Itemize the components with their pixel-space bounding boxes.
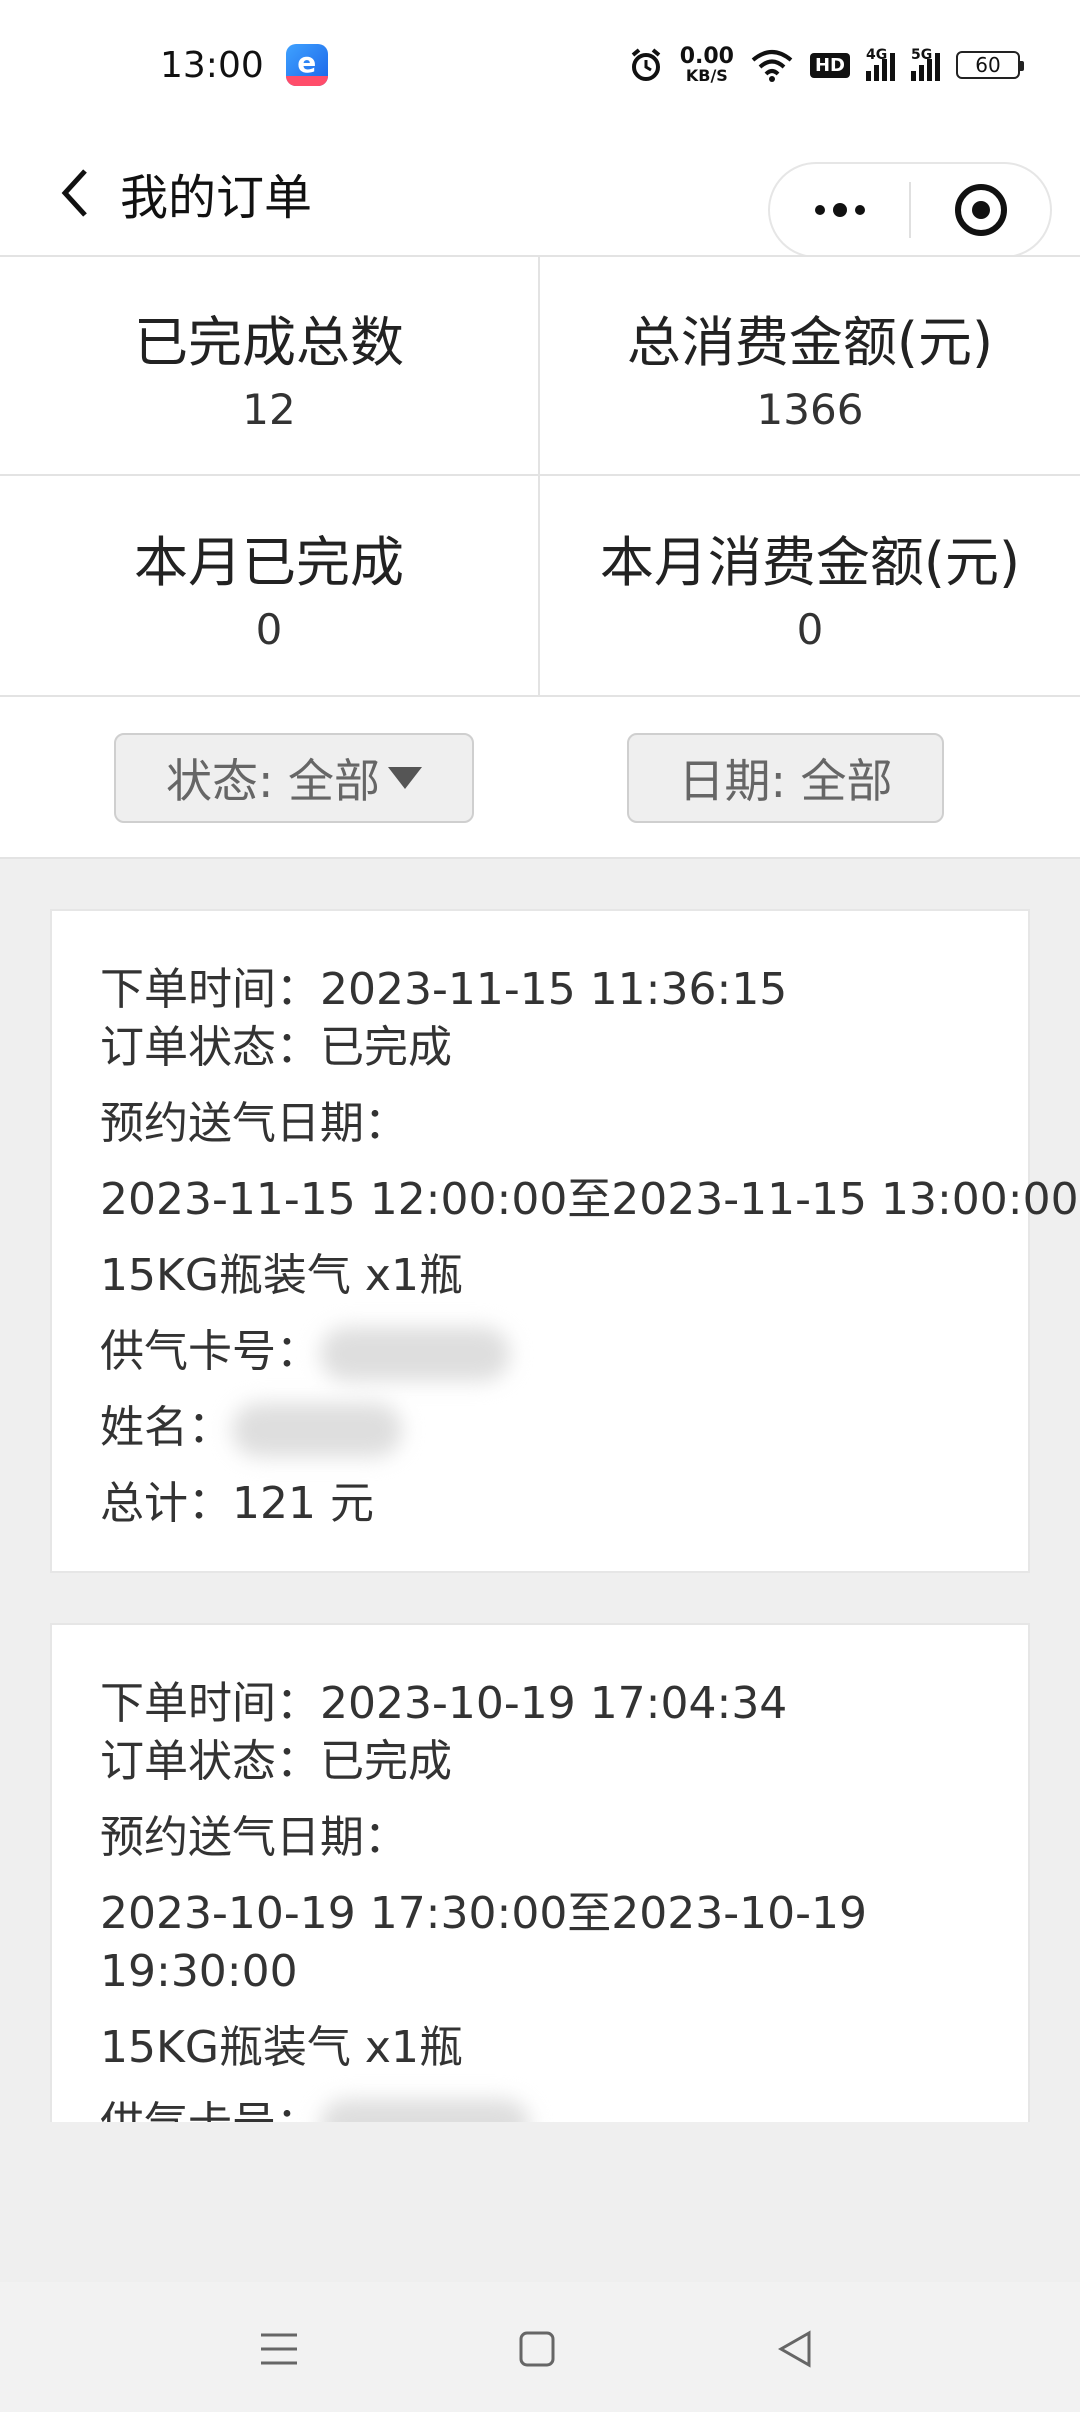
back-triangle-icon[interactable]: [760, 2314, 830, 2384]
status-time: 13:00: [160, 44, 264, 86]
target-icon: [954, 184, 1007, 236]
card-number-redacted: [320, 2099, 530, 2122]
signal-label-5g: 5G: [911, 47, 933, 63]
order-time: 下单时间：2023-10-19 17:04:34: [100, 1678, 788, 1729]
close-program-button[interactable]: [911, 164, 1050, 256]
more-button[interactable]: [770, 164, 909, 256]
stat-value: 0: [796, 604, 824, 654]
app-icon: e: [285, 44, 328, 86]
back-icon[interactable]: [30, 130, 120, 255]
order-card[interactable]: 下单时间：2023-10-19 17:04:34 订单状态：已完成 预约送气日期…: [50, 1623, 1030, 2122]
menu-icon[interactable]: [244, 2314, 314, 2384]
order-card[interactable]: 下单时间：2023-11-15 11:36:15 订单状态：已完成 预约送气日期…: [50, 909, 1079, 1573]
mini-program-capsule: [768, 162, 1052, 258]
stat-month-spent: 本月消费金额(元) 0: [540, 476, 1080, 695]
delivery-range: 2023-11-15 12:00:00至2023-11-15 13:00:00: [100, 1174, 1079, 1225]
filter-bar: 状态: 全部 日期: 全部: [0, 697, 1080, 859]
card-number-label: 供气卡号：: [100, 2098, 320, 2122]
hd-badge: HD: [809, 52, 850, 78]
caret-down-icon: [388, 767, 423, 789]
card-number-redacted: [320, 1327, 510, 1381]
status-bar: 13:00 e 0.00 KB/S HD 4G 5G 60: [0, 0, 1080, 130]
card-number: 供气卡号：: [100, 1323, 980, 1381]
stat-value: 0: [255, 604, 283, 654]
order-time: 下单时间：2023-11-15 11:36:15: [100, 964, 788, 1015]
status-icons: 0.00 KB/S HD 4G 5G 60: [628, 46, 1024, 84]
screen: 13:00 e 0.00 KB/S HD 4G 5G 60 我的订单 已完成总数…: [0, 0, 1080, 2412]
date-filter-label: 日期: 全部: [678, 754, 893, 808]
wifi-icon: [751, 50, 793, 82]
name-redacted: [232, 1403, 402, 1457]
stats-grid: 已完成总数 12 总消费金额(元) 1366 本月已完成 0 本月消费金额(元)…: [0, 255, 1080, 697]
order-list[interactable]: 下单时间：2023-11-15 11:36:15 订单状态：已完成 预约送气日期…: [0, 859, 1080, 2122]
net-speed: 0.00 KB/S: [680, 46, 734, 84]
product: 15KG瓶装气 x1瓶: [100, 1250, 463, 1301]
stat-total-spent: 总消费金额(元) 1366: [540, 257, 1080, 476]
net-speed-value: 0.00: [679, 44, 734, 69]
stat-value: 12: [242, 384, 296, 434]
delivery-label: 预约送气日期：: [100, 1812, 408, 1863]
status-filter-label: 状态: 全部: [165, 754, 381, 808]
net-speed-unit: KB/S: [685, 66, 728, 85]
stat-label: 总消费金额(元): [626, 310, 994, 374]
stat-label: 本月消费金额(元): [599, 530, 1021, 594]
page-title: 我的订单: [120, 169, 313, 226]
customer-name: 姓名：: [100, 1399, 980, 1457]
alarm-icon: [631, 48, 660, 81]
stat-label: 已完成总数: [134, 310, 404, 374]
stat-month-completed: 本月已完成 0: [0, 476, 540, 695]
status-filter-button[interactable]: 状态: 全部: [114, 733, 474, 823]
card-number-label: 供气卡号：: [100, 1326, 320, 1377]
card-number: 供气卡号：: [100, 2095, 980, 2122]
signal-label-4g: 4G: [866, 47, 888, 63]
home-icon[interactable]: [502, 2314, 572, 2384]
product: 15KG瓶装气 x1瓶: [100, 2022, 463, 2073]
battery-level: 60: [975, 53, 1001, 77]
order-status: 订单状态：已完成: [100, 1022, 452, 1073]
system-nav-bar: [0, 2282, 1080, 2412]
order-total: 总计：121 元: [100, 1478, 374, 1529]
order-status: 订单状态：已完成: [100, 1736, 452, 1787]
battery-icon: 60: [956, 51, 1024, 79]
delivery-range: 2023-10-19 17:30:00至2023-10-19: [100, 1888, 868, 1939]
date-filter-button[interactable]: 日期: 全部: [627, 733, 944, 823]
name-label: 姓名：: [100, 1402, 232, 1453]
nav-bar: 我的订单: [0, 130, 1080, 258]
signal-icon: 5G: [911, 47, 940, 81]
stat-label: 本月已完成: [134, 530, 404, 594]
delivery-range-cont: 19:30:00: [100, 1946, 298, 1997]
signal-icon: 4G: [866, 47, 895, 81]
more-icon: [814, 203, 865, 217]
stat-value: 1366: [756, 384, 864, 434]
stat-completed-total: 已完成总数 12: [0, 257, 540, 476]
delivery-label: 预约送气日期：: [100, 1098, 408, 1149]
